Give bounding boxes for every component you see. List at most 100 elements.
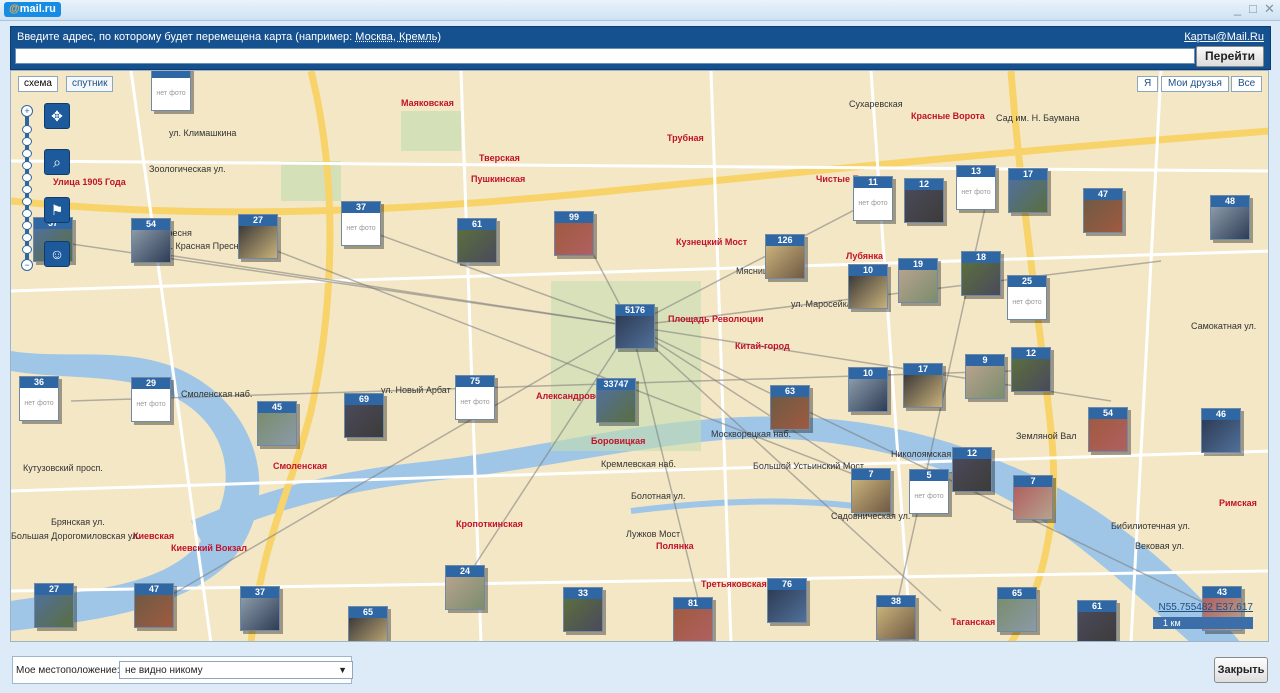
photo-marker[interactable]: 24 <box>445 565 485 610</box>
location-select[interactable]: не видно никому ▼ <box>119 661 353 679</box>
zoom-level[interactable] <box>22 245 32 254</box>
filter-me[interactable]: Я <box>1137 76 1159 92</box>
coordinates-link[interactable]: N55.755482 E37.617 <box>1153 602 1253 613</box>
photo-marker[interactable]: 69 <box>344 393 384 438</box>
photo-marker[interactable]: 47 <box>1083 188 1123 233</box>
photo-marker[interactable]: 45 <box>257 401 297 446</box>
photo-marker[interactable]: 12 <box>904 178 944 223</box>
street-label: ул. Красная Пресня <box>161 241 244 251</box>
photo-marker[interactable]: нет фото <box>151 71 191 111</box>
photo-count-badge: 24 <box>446 566 484 577</box>
zoom-level[interactable] <box>22 197 32 206</box>
photo-marker[interactable]: 99 <box>554 211 594 256</box>
photo-marker[interactable]: 63 <box>770 385 810 430</box>
photo-marker[interactable]: 10 <box>848 367 888 412</box>
photo-count-badge: 5176 <box>616 305 654 316</box>
zoom-out-icon[interactable]: − <box>21 259 33 271</box>
photo-count-badge: 65 <box>998 588 1036 599</box>
photo-marker[interactable]: 65 <box>348 606 388 641</box>
zoom-level[interactable] <box>22 185 32 194</box>
photo-marker[interactable]: 19 <box>898 258 938 303</box>
close-button[interactable]: Закрыть <box>1214 657 1268 683</box>
photo-marker[interactable]: 61 <box>457 218 497 263</box>
photo-marker[interactable]: 5176 <box>615 304 655 349</box>
photo-marker[interactable]: 65 <box>997 587 1037 632</box>
photo-marker[interactable]: 126 <box>765 234 805 279</box>
hint-example-link[interactable]: Москва, Кремль <box>355 31 437 43</box>
photo-marker[interactable]: 47 <box>134 583 174 628</box>
hint-prefix: Введите адрес, по которому будет перемещ… <box>17 31 356 43</box>
photo-marker[interactable]: 37 нет фото <box>341 201 381 246</box>
photo-marker[interactable]: 33 <box>563 587 603 632</box>
photo-marker[interactable]: 27 <box>34 583 74 628</box>
no-photo-placeholder: нет фото <box>957 177 995 209</box>
map[interactable]: ул. Климашкина Зоологическая ул. Улица 190… <box>10 70 1269 642</box>
photo-marker[interactable]: 11 нет фото <box>853 176 893 221</box>
photo-marker[interactable]: 36 нет фото <box>19 376 59 421</box>
user-icon[interactable]: ☺ <box>44 241 70 267</box>
zoom-level[interactable] <box>22 137 32 146</box>
photo-marker[interactable]: 29 нет фото <box>131 377 171 422</box>
map-type-satellite[interactable]: спутник <box>66 76 114 92</box>
photo-marker[interactable]: 12 <box>1011 347 1051 392</box>
zoom-level[interactable] <box>22 221 32 230</box>
photo-marker[interactable]: 12 <box>952 447 992 492</box>
photo-marker[interactable]: 38 <box>876 595 916 640</box>
maps-mailru-link[interactable]: Карты@Mail.Ru <box>1184 31 1264 43</box>
photo-marker[interactable]: 54 <box>1088 407 1128 452</box>
photo-marker[interactable]: 75 нет фото <box>455 375 495 420</box>
zoom-in-icon[interactable]: + <box>21 105 33 117</box>
street-label: Самокатная ул. <box>1191 321 1257 331</box>
no-photo-placeholder: нет фото <box>910 481 948 513</box>
photo-marker[interactable]: 7 <box>851 468 891 513</box>
photo-count-badge: 12 <box>953 448 991 459</box>
photo-marker[interactable]: 13 нет фото <box>956 165 996 210</box>
avatar <box>446 577 484 609</box>
photo-marker[interactable]: 18 <box>961 251 1001 296</box>
photo-marker[interactable]: 17 <box>1008 168 1048 213</box>
photo-marker[interactable]: 33747 <box>596 378 636 423</box>
metro-station-label: Маяковская <box>401 98 454 108</box>
zoom-area-icon[interactable]: ⌕ <box>44 149 70 175</box>
zoom-level[interactable] <box>22 125 32 134</box>
pan-icon[interactable]: ✥ <box>44 103 70 129</box>
photo-marker[interactable]: 48 <box>1210 195 1250 240</box>
photo-marker[interactable]: 76 <box>767 578 807 623</box>
avatar <box>135 595 173 627</box>
avatar <box>904 375 942 407</box>
filter-my-friends[interactable]: Мои друзья <box>1161 76 1229 92</box>
zoom-level[interactable] <box>22 173 32 182</box>
photo-count-badge: 5 <box>910 470 948 481</box>
go-button[interactable]: Перейти <box>1196 46 1264 67</box>
map-type-scheme[interactable]: схема <box>18 76 58 92</box>
avatar <box>597 390 635 422</box>
photo-marker[interactable]: 37 <box>240 586 280 631</box>
street-label: Смоленская наб. <box>181 389 253 399</box>
zoom-level[interactable] <box>22 161 32 170</box>
zoom-level[interactable] <box>22 233 32 242</box>
zoom-level[interactable] <box>22 149 32 158</box>
photo-count-badge: 33 <box>564 588 602 599</box>
photo-marker[interactable]: 17 <box>903 363 943 408</box>
photo-marker[interactable]: 9 <box>965 354 1005 399</box>
photo-marker[interactable]: 81 <box>673 597 713 641</box>
marker-icon[interactable]: ⚑ <box>44 197 70 223</box>
photo-marker[interactable]: 5 нет фото <box>909 469 949 514</box>
zoom-level[interactable] <box>22 209 32 218</box>
photo-marker[interactable]: 46 <box>1201 408 1241 453</box>
street-label: Сад им. Н. Баумана <box>996 113 1080 123</box>
photo-marker[interactable]: 61 <box>1077 600 1117 641</box>
photo-marker[interactable]: 27 <box>238 214 278 259</box>
zoom-slider[interactable]: + − <box>21 105 33 271</box>
close-icon[interactable]: ✕ <box>1264 2 1275 16</box>
photo-count-badge: 10 <box>849 265 887 276</box>
photo-marker[interactable]: 7 <box>1013 475 1053 520</box>
photo-marker[interactable]: 54 <box>131 218 171 263</box>
street-label: Вековая ул. <box>1135 541 1185 551</box>
photo-marker[interactable]: 25 нет фото <box>1007 275 1047 320</box>
filter-all[interactable]: Все <box>1231 76 1263 92</box>
maximize-icon[interactable]: □ <box>1249 2 1257 16</box>
address-input[interactable] <box>15 48 1195 64</box>
minimize-icon[interactable]: _ <box>1234 2 1241 16</box>
photo-marker[interactable]: 10 <box>848 264 888 309</box>
